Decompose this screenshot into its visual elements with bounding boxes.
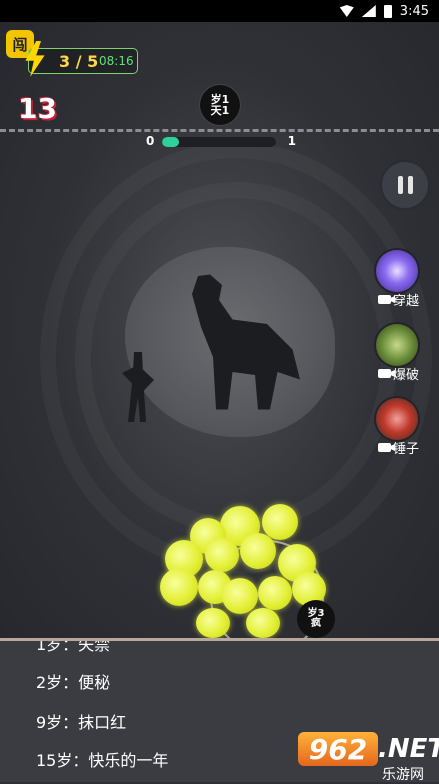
- video-ad-icon: [378, 295, 391, 304]
- pause-button[interactable]: [382, 162, 428, 208]
- powerup-baopo-button[interactable]: 爆破: [374, 324, 434, 388]
- video-ad-icon: [378, 369, 391, 378]
- timeline-item: 1岁：失禁: [36, 638, 111, 654]
- status-time: 3:45: [399, 3, 429, 19]
- watermark-net: .NET: [378, 734, 439, 764]
- danger-line: [0, 129, 439, 132]
- progress-start: 0: [146, 134, 155, 148]
- age-ball: 岁3 疯: [297, 600, 335, 638]
- yellow-ball: [258, 576, 292, 610]
- powerup-label: 穿越: [393, 294, 420, 309]
- progress-track: [162, 137, 276, 147]
- yellow-ball: [262, 504, 298, 540]
- site-watermark: 962 .NET 乐游网: [298, 728, 439, 783]
- yellow-ball: [160, 568, 198, 606]
- level-progress: 0 1: [146, 134, 296, 150]
- hammer-icon: [376, 398, 418, 440]
- wifi-icon: [339, 5, 354, 17]
- progress-end: 1: [287, 134, 296, 148]
- energy-timer: 08:16: [99, 54, 134, 68]
- yellow-ball: [246, 608, 280, 638]
- powerup-chuizi-button[interactable]: 锤子: [374, 398, 434, 462]
- energy-count: 3 / 5: [59, 52, 99, 71]
- yellow-ball: [240, 533, 276, 569]
- bomb-icon: [376, 324, 418, 366]
- timeline-item: 9岁：抹口红: [36, 713, 127, 732]
- timeline-item: 15岁：快乐的一年: [36, 751, 169, 770]
- purple-vortex-icon: [376, 250, 418, 292]
- video-ad-icon: [378, 443, 391, 452]
- watermark-sub: 乐游网: [382, 767, 424, 783]
- status-bar: 3:45: [0, 0, 439, 22]
- energy-panel: 3 / 5 08:16: [25, 41, 138, 77]
- watermark-badge: 962: [298, 732, 378, 766]
- powerup-chuanyue-button[interactable]: 穿越: [374, 250, 434, 314]
- progress-fill: [162, 137, 180, 147]
- timeline-item: 2岁：便秘: [36, 673, 111, 692]
- score: 13: [18, 92, 57, 125]
- battery-icon: [383, 4, 392, 18]
- powerup-label: 爆破: [393, 368, 420, 383]
- yellow-ball: [205, 538, 239, 572]
- powerup-label: 锤子: [393, 442, 420, 457]
- signal-icon: [361, 5, 376, 17]
- yellow-ball: [196, 608, 230, 638]
- yellow-ball: [222, 578, 258, 614]
- level-ball: 岁1 天1: [200, 85, 240, 125]
- pause-icon: [397, 176, 403, 194]
